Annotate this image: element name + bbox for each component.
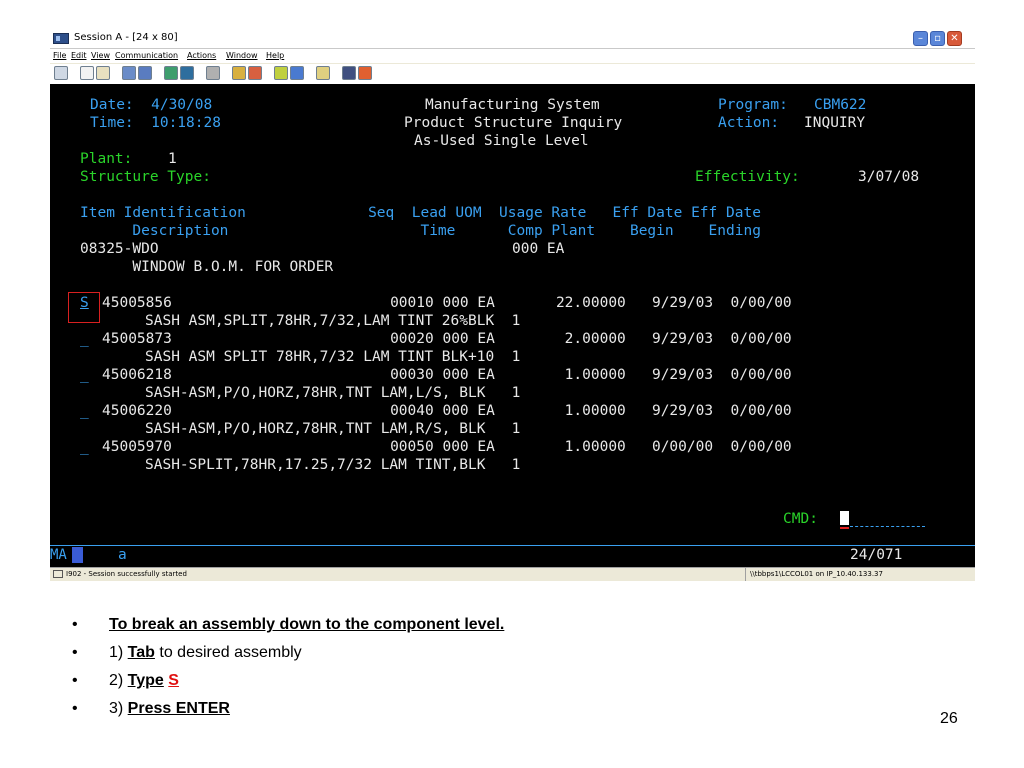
notes-icon[interactable] (316, 66, 330, 80)
cursor-position: 24/071 (850, 547, 903, 563)
record-macro-icon[interactable] (232, 66, 246, 80)
copy-icon[interactable] (80, 66, 94, 80)
stop-session-icon[interactable] (290, 66, 304, 80)
text-cursor (840, 511, 849, 525)
instruction-step-3: 3) Press ENTER (109, 700, 230, 718)
cmd-input[interactable] (850, 525, 925, 527)
help-icon[interactable] (358, 66, 372, 80)
menu-view[interactable]: View (91, 51, 110, 60)
oia-session-indicator (72, 547, 83, 563)
plant-label: Plant: (80, 151, 133, 167)
session-icon (53, 33, 69, 44)
parent-item: 08325-WDO (80, 241, 159, 257)
bullet-icon: • (72, 700, 78, 717)
step-keyword: Tab (127, 644, 155, 661)
bullet-icon: • (72, 616, 78, 633)
menu-window[interactable]: Window (226, 51, 258, 60)
menu-help[interactable]: Help (266, 51, 284, 60)
support-icon[interactable] (342, 66, 356, 80)
column-headers-line1: Item Identification Seq Lead UOM Usage R… (80, 205, 761, 221)
table-row-description: SASH ASM,SPLIT,78HR,7/32,LAM TINT 26%BLK… (145, 313, 521, 329)
action-label: Action: (718, 115, 780, 131)
menu-bar: File Edit View Communication Actions Win… (50, 49, 975, 63)
instruction-step-2: 2) Type S (109, 672, 179, 690)
instruction-step-1: 1) Tab to desired assembly (109, 644, 302, 662)
table-row: 45005970 00050 000 EA 1.00000 0/00/00 0/… (102, 439, 792, 455)
step-keyword: Press ENTER (127, 700, 230, 717)
parent-uom: 000 EA (512, 241, 565, 257)
cmd-label: CMD: (783, 511, 818, 527)
play-macro-icon[interactable] (248, 66, 262, 80)
table-row: 45006218 00030 000 EA 1.00000 9/29/03 0/… (102, 367, 792, 383)
display-icon[interactable] (164, 66, 178, 80)
menu-communication[interactable]: Communication (115, 51, 178, 60)
emulator-window: Session A - [24 x 80] – ▫ ✕ File Edit Vi… (50, 30, 975, 581)
paste-icon[interactable] (96, 66, 110, 80)
date-field: Date: 4/30/08 (90, 97, 213, 113)
inquiry-title: Product Structure Inquiry (404, 115, 623, 131)
toolbar (50, 64, 975, 84)
slide-number: 26 (940, 710, 958, 727)
status-message: I902 - Session successfully started (66, 570, 187, 578)
status-bar: I902 - Session successfully started \\tb… (50, 567, 975, 581)
menu-edit[interactable]: Edit (71, 51, 87, 60)
receive-icon[interactable] (138, 66, 152, 80)
cursor-underline (840, 527, 849, 529)
terminal-screen[interactable]: Date: 4/30/08 Time: 10:18:28 Manufacturi… (50, 84, 975, 570)
menu-file[interactable]: File (53, 51, 66, 60)
step-text: to desired assembly (154, 644, 302, 661)
row-select-field[interactable]: _ (80, 439, 89, 455)
minimize-button[interactable]: – (913, 31, 928, 46)
start-session-icon[interactable] (274, 66, 288, 80)
row-select-field[interactable]: _ (80, 331, 89, 347)
table-row-description: SASH ASM SPLIT 78HR,7/32 LAM TINT BLK+10… (145, 349, 521, 365)
row-select-field[interactable]: _ (80, 403, 89, 419)
step-number: 3) (109, 700, 128, 717)
session-status-icon (53, 570, 63, 578)
bullet-icon: • (72, 644, 78, 661)
close-button[interactable]: ✕ (947, 31, 962, 46)
maximize-button[interactable]: ▫ (930, 31, 945, 46)
color-icon[interactable] (180, 66, 194, 80)
send-icon[interactable] (122, 66, 136, 80)
row-select-field[interactable]: _ (80, 367, 89, 383)
table-row: 45006220 00040 000 EA 1.00000 9/29/03 0/… (102, 403, 792, 419)
title-bar: Session A - [24 x 80] – ▫ ✕ (50, 30, 975, 49)
level-title: As-Used Single Level (414, 133, 589, 149)
parent-description: WINDOW B.O.M. FOR ORDER (80, 259, 334, 275)
table-row: 45005873 00020 000 EA 2.00000 9/29/03 0/… (102, 331, 792, 347)
effectivity-label: Effectivity: (695, 169, 800, 185)
step-number: 2) (109, 672, 128, 689)
step-number: 1) (109, 644, 128, 661)
map-icon[interactable] (206, 66, 220, 80)
step-keyword: Type (127, 672, 164, 689)
table-row-description: SASH-ASM,P/O,HORZ,78HR,TNT LAM,L/S, BLK … (145, 385, 521, 401)
column-headers-line2: Description Time Comp Plant Begin Ending (80, 223, 761, 239)
row-select-field[interactable]: S (80, 295, 89, 311)
step-key-s: S (168, 672, 179, 689)
print-screen-icon[interactable] (54, 66, 68, 80)
instruction-heading: To break an assembly down to the compone… (109, 616, 505, 633)
effectivity-value[interactable]: 3/07/08 (858, 169, 919, 185)
time-field: Time: 10:18:28 (90, 115, 221, 131)
program-value: CBM622 (814, 97, 867, 113)
oia-divider (50, 545, 975, 546)
status-divider (745, 568, 746, 581)
action-value: INQUIRY (804, 115, 866, 131)
bullet-icon: • (72, 672, 78, 689)
menu-actions[interactable]: Actions (187, 51, 216, 60)
window-title: Session A - [24 x 80] (74, 32, 178, 43)
system-title: Manufacturing System (425, 97, 600, 113)
host-info: \\tbbps1\LCCOL01 on IP_10.40.133.37 (750, 570, 883, 578)
table-row: 45005856 00010 000 EA 22.00000 9/29/03 0… (102, 295, 792, 311)
oia-session-letter: a (118, 547, 127, 563)
table-row-description: SASH-SPLIT,78HR,17.25,7/32 LAM TINT,BLK … (145, 457, 521, 473)
table-row-description: SASH-ASM,P/O,HORZ,78HR,TNT LAM,R/S, BLK … (145, 421, 521, 437)
oia-ma-indicator: MA (50, 547, 67, 563)
plant-value[interactable]: 1 (168, 151, 177, 167)
program-label: Program: (718, 97, 788, 113)
structure-type-label: Structure Type: (80, 169, 211, 185)
